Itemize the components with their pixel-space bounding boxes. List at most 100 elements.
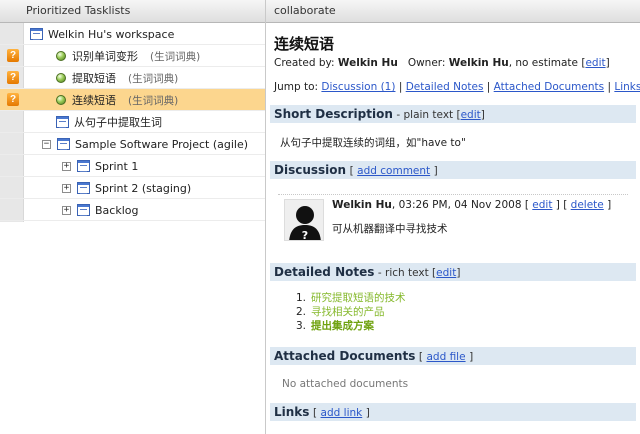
delete-comment-link[interactable]: delete [571, 199, 604, 211]
list-item: 2. 寻找相关的产品 [296, 306, 385, 318]
edit-comment-link[interactable]: edit [532, 199, 552, 211]
tree-item-label: 连续短语 [72, 94, 116, 107]
no-documents-text: No attached documents [282, 378, 409, 390]
tree-item-task[interactable]: ? 识别单词变形 (生词词典) [0, 45, 265, 67]
tree-item-label: 识别单词变形 [72, 50, 138, 63]
tree-item-label: Sprint 2 (staging) [95, 181, 192, 195]
section-subtitle: - plain text [ [396, 109, 461, 121]
status-ball-icon [56, 51, 66, 61]
section-title: Discussion [274, 163, 347, 177]
svg-text:?: ? [302, 229, 308, 241]
tree-item-tasklist[interactable]: 从句子中提取生词 [0, 111, 265, 133]
estimate-text: , no estimate [ [508, 57, 586, 69]
bracket-close: ] [605, 57, 610, 69]
bracket-open: [ [349, 165, 354, 177]
tasklist-icon [57, 138, 70, 150]
owner-label: Owner: [407, 57, 446, 69]
task-meta: Created by: Welkin Hu Owner: Welkin Hu, … [274, 57, 610, 69]
links-header: Links [ add link ] [270, 403, 636, 421]
tasklist-icon [30, 28, 43, 40]
owner-name: Welkin Hu [448, 57, 509, 69]
status-ball-icon [56, 73, 66, 83]
tree-item-tag: (生词词典) [128, 94, 179, 107]
task-title: 连续短语 [274, 35, 335, 53]
tree-item-tag: (生词词典) [150, 50, 201, 63]
tree-item-project[interactable]: − Sample Software Project (agile) [0, 133, 265, 155]
bracket-close: ] [365, 407, 370, 419]
edit-notes-link[interactable]: edit [436, 267, 456, 279]
short-description-text: 从句子中提取连续的词组，如"have to" [280, 137, 466, 149]
collaborate-pane: collaborate 连续短语 Created by: Welkin Hu O… [266, 0, 640, 434]
tree-item-label: Welkin Hu's workspace [48, 27, 175, 41]
separator: | [607, 81, 611, 93]
short-description-header: Short Description - plain text [edit] [270, 105, 636, 123]
collaborate-pane-header: collaborate [266, 0, 640, 23]
attached-documents-header: Attached Documents [ add file ] [270, 347, 636, 365]
question-badge-icon[interactable]: ? [7, 49, 19, 62]
bracket-close: ] [480, 109, 485, 121]
detailed-notes-header: Detailed Notes - rich text [edit] [270, 263, 636, 281]
collapse-toggle-icon[interactable]: − [42, 139, 51, 149]
question-badge-icon[interactable]: ? [7, 71, 19, 84]
tree-item-label: Sprint 1 [95, 159, 139, 173]
jump-detailed-notes-link[interactable]: Detailed Notes [406, 81, 484, 93]
tree-item-workspace[interactable]: Welkin Hu's workspace [0, 23, 265, 45]
tree-item-label: Backlog [95, 203, 139, 217]
bracket-close: ] [433, 165, 438, 177]
comment-header: Welkin Hu, 03:26 PM, 04 Nov 2008 [ edit … [332, 199, 612, 211]
jump-discussion-link[interactable]: Discussion (1) [321, 81, 395, 93]
comment-text: 可从机器翻译中寻找技术 [332, 223, 448, 235]
tree-item-tag: (生词词典) [128, 72, 179, 85]
unknown-user-icon: ? [285, 200, 323, 241]
tree-item-label: Sample Software Project (agile) [75, 137, 249, 151]
add-file-link[interactable]: add file [426, 351, 465, 363]
separator: | [398, 81, 403, 93]
expand-toggle-icon[interactable]: + [62, 183, 71, 193]
discussion-header: Discussion [ add comment ] [270, 161, 636, 179]
tasklist-icon [77, 204, 90, 216]
bracket-close: ] [469, 351, 474, 363]
tasklist-icon [77, 182, 90, 194]
tree-item-label: 从句子中提取生词 [74, 116, 162, 129]
section-title: Attached Documents [274, 349, 416, 363]
jump-links-link[interactable]: Links [614, 81, 640, 93]
status-ball-icon [56, 95, 66, 105]
tree-item-task-selected[interactable]: ? 连续短语 (生词词典) [0, 89, 265, 111]
tree-item-task[interactable]: ? 提取短语 (生词词典) [0, 67, 265, 89]
add-link-link[interactable]: add link [321, 407, 363, 419]
avatar: ? [284, 199, 324, 241]
question-badge-icon[interactable]: ? [7, 93, 19, 106]
list-item: 1. 研究提取短语的技术 [296, 292, 406, 304]
list-item: 3. 提出集成方案 [296, 320, 375, 332]
comment-timestamp: , 03:26 PM, 04 Nov 2008 [391, 199, 522, 211]
edit-description-link[interactable]: edit [461, 109, 481, 121]
section-title: Detailed Notes [274, 265, 375, 279]
comment-item: ? Welkin Hu, 03:26 PM, 04 Nov 2008 [ edi… [278, 194, 628, 244]
jump-to-bar: Jump to: Discussion (1) | Detailed Notes… [274, 81, 640, 93]
note-text: 寻找相关的产品 [311, 306, 385, 318]
jump-to-label: Jump to: [274, 81, 319, 93]
creator-name: Welkin Hu [337, 57, 398, 69]
section-subtitle: - rich text [ [377, 267, 437, 279]
note-text: 提出集成方案 [311, 320, 375, 332]
tasklist-icon [77, 160, 90, 172]
expand-toggle-icon[interactable]: + [62, 205, 71, 215]
expand-toggle-icon[interactable]: + [62, 161, 71, 171]
created-by-label: Created by: [274, 57, 335, 69]
edit-meta-link[interactable]: edit [585, 57, 605, 69]
section-title: Short Description [274, 107, 393, 121]
note-text: 研究提取短语的技术 [311, 292, 406, 304]
bracket-open: [ [312, 407, 318, 419]
jump-attached-documents-link[interactable]: Attached Documents [494, 81, 604, 93]
section-title: Links [274, 405, 310, 419]
add-comment-link[interactable]: add comment [357, 165, 430, 177]
tasklist-pane-header: Prioritized Tasklists [0, 0, 265, 23]
tree-item-backlog[interactable]: + Backlog [0, 199, 265, 221]
tree-item-label: 提取短语 [72, 72, 116, 85]
tree-item-sprint[interactable]: + Sprint 2 (staging) [0, 177, 265, 199]
tasklist-pane: Prioritized Tasklists Welkin Hu's worksp… [0, 0, 266, 434]
detailed-notes-list: 1. 研究提取短语的技术 2. 寻找相关的产品 3. 提出集成方案 [296, 291, 406, 333]
bracket-close: ] [456, 267, 461, 279]
tree-item-sprint[interactable]: + Sprint 1 [0, 155, 265, 177]
bracket-open: [ [418, 351, 423, 363]
